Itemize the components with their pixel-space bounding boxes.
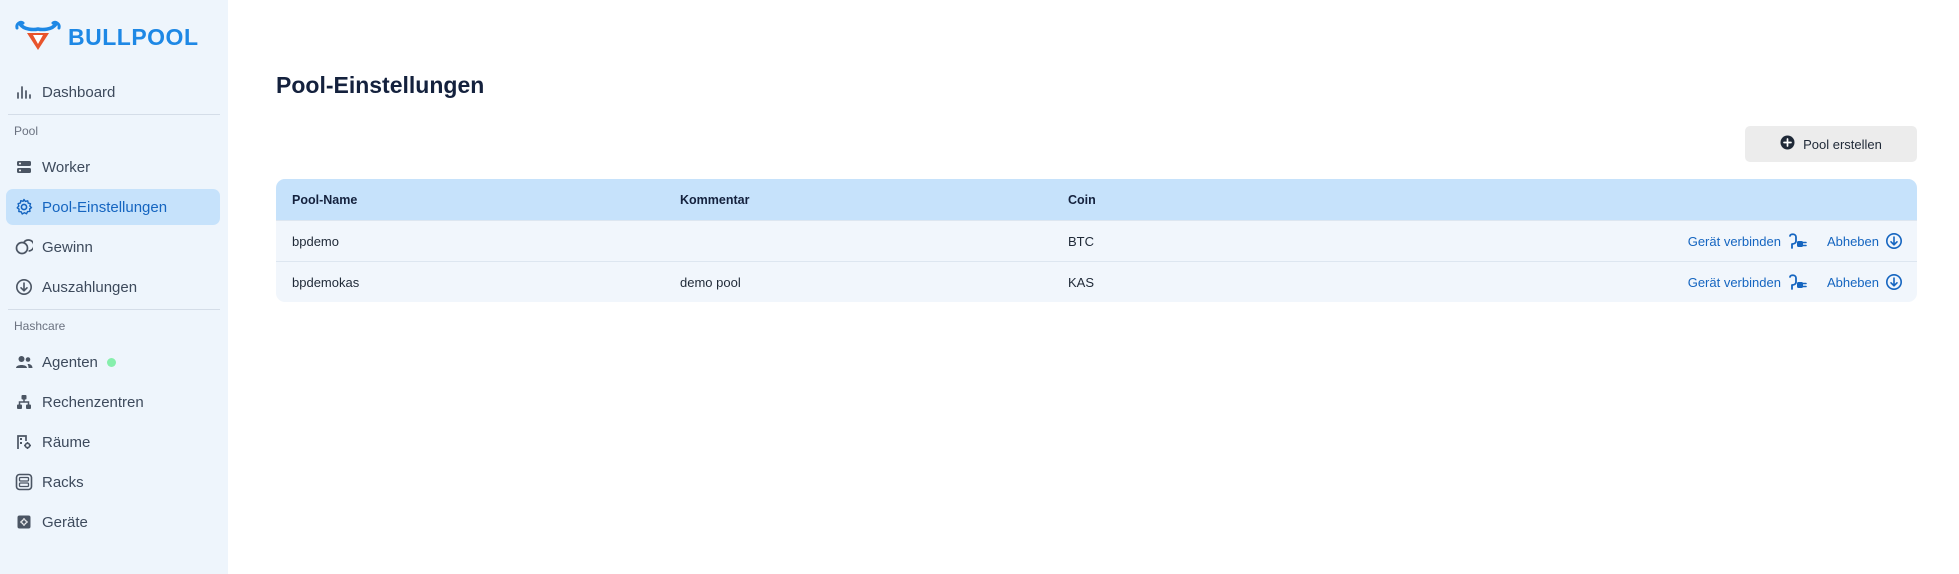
table-row: bpdemokas demo pool KAS Gerät verbinden … xyxy=(276,261,1917,302)
connect-device-button[interactable]: Gerät verbinden xyxy=(1688,232,1809,250)
plug-connect-icon xyxy=(1787,232,1809,250)
create-pool-label: Pool erstellen xyxy=(1803,136,1882,152)
divider xyxy=(8,114,220,115)
connect-device-button[interactable]: Gerät verbinden xyxy=(1688,273,1809,291)
withdraw-button[interactable]: Abheben xyxy=(1827,273,1903,291)
row-actions: Gerät verbinden Abheben xyxy=(1688,273,1903,291)
column-header-coin[interactable]: Coin xyxy=(1068,193,1096,207)
sidebar-item-agenten[interactable]: Agenten xyxy=(6,344,220,380)
sidebar-item-label: Rechenzentren xyxy=(42,393,144,411)
brand-logo[interactable]: BULLPOOL xyxy=(14,18,199,57)
building-settings-icon xyxy=(6,424,42,460)
coins-icon xyxy=(6,229,42,265)
page-title: Pool-Einstellungen xyxy=(276,72,485,98)
create-pool-button[interactable]: Pool erstellen xyxy=(1745,126,1917,162)
gear-icon xyxy=(6,189,42,225)
pools-table: Pool-Name Kommentar Coin bpdemo BTC Gerä… xyxy=(276,179,1917,302)
divider xyxy=(8,309,220,310)
coin-cell: BTC xyxy=(1068,233,1094,249)
bar-chart-icon xyxy=(6,74,42,110)
sidebar-item-gewinn[interactable]: Gewinn xyxy=(6,229,220,265)
withdraw-button[interactable]: Abheben xyxy=(1827,232,1903,250)
sidebar-item-raeume[interactable]: Räume xyxy=(6,424,220,460)
table-row: bpdemo BTC Gerät verbinden Abheben xyxy=(276,220,1917,261)
plus-circle-icon xyxy=(1780,135,1795,153)
sidebar-item-label: Auszahlungen xyxy=(42,278,138,296)
coin-cell: KAS xyxy=(1068,274,1095,290)
pool-name-cell: bpdemokas xyxy=(292,274,360,290)
row-actions: Gerät verbinden Abheben xyxy=(1688,232,1903,250)
plug-connect-icon xyxy=(1787,273,1809,291)
section-label-pool: Pool xyxy=(14,124,39,138)
arrow-down-circle-icon xyxy=(1885,232,1903,250)
sidebar-item-label: Räume xyxy=(42,433,91,451)
sidebar-item-worker[interactable]: Worker xyxy=(6,149,220,185)
withdraw-label: Abheben xyxy=(1826,233,1879,249)
sidebar-item-rechenzentren[interactable]: Rechenzentren xyxy=(6,384,220,420)
column-header-kommentar[interactable]: Kommentar xyxy=(680,193,749,207)
sidebar-item-racks[interactable]: Racks xyxy=(6,464,220,500)
sidebar-item-label: Pool-Einstellungen xyxy=(42,198,168,216)
sidebar-item-auszahlungen[interactable]: Auszahlungen xyxy=(6,269,220,305)
sidebar-item-label: Dashboard xyxy=(42,83,116,101)
sidebar-item-pool-einstellungen[interactable]: Pool-Einstellungen xyxy=(6,189,220,225)
arrow-down-circle-icon xyxy=(1885,273,1903,291)
comment-cell: demo pool xyxy=(680,274,741,290)
sidebar-item-label: Geräte xyxy=(42,513,88,531)
table-header: Pool-Name Kommentar Coin xyxy=(276,179,1917,220)
sidebar-item-label: Worker xyxy=(42,158,91,176)
connect-device-label: Gerät verbinden xyxy=(1687,233,1781,249)
sidebar-item-dashboard[interactable]: Dashboard xyxy=(6,74,220,110)
server-icon xyxy=(6,149,42,185)
column-header-pool-name[interactable]: Pool-Name xyxy=(292,193,357,207)
sidebar: BULLPOOL Dashboard Pool Worker Pool-Eins… xyxy=(0,0,228,574)
brand-name: BULLPOOL xyxy=(68,24,199,50)
sidebar-item-label: Racks xyxy=(42,473,84,491)
withdraw-label: Abheben xyxy=(1826,274,1879,290)
sidebar-item-label: Agenten xyxy=(42,353,98,371)
online-status-dot xyxy=(106,357,116,367)
arrow-down-circle-icon xyxy=(6,269,42,305)
rack-icon xyxy=(6,464,42,500)
sidebar-item-geraete[interactable]: Geräte xyxy=(6,504,220,540)
network-hierarchy-icon xyxy=(6,384,42,420)
chip-icon xyxy=(6,504,42,540)
users-icon xyxy=(6,344,42,380)
pool-name-cell: bpdemo xyxy=(292,233,339,249)
sidebar-item-label: Gewinn xyxy=(42,238,93,256)
connect-device-label: Gerät verbinden xyxy=(1687,274,1781,290)
bull-logo-icon xyxy=(14,18,62,57)
section-label-hashcare: Hashcare xyxy=(14,319,66,333)
